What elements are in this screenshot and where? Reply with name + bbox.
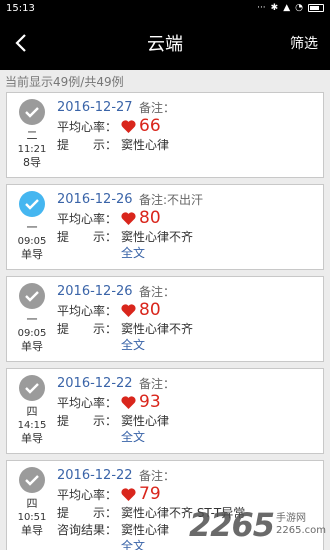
wifi-icon: ◔ (295, 3, 303, 13)
full-text-link[interactable]: 全文 (57, 245, 323, 261)
heart-rate-value: 79 (139, 484, 161, 504)
watermark-number: 2265 (188, 506, 275, 544)
record-time: 09:05 (17, 236, 47, 247)
status-time: 15:13 (6, 2, 35, 14)
record-body: 2016-12-26 备注:不出汗 平均心率： 80 提 示： 窦性心律不齐 全文 (57, 185, 323, 269)
consult-label: 咨询结果： (57, 523, 118, 537)
record-card[interactable]: 二 11:21 8导 2016-12-27 备注： 平均心率： 66 提 示： 窦性心… (6, 92, 324, 178)
record-lead-type: 单导 (21, 248, 43, 261)
filter-button[interactable]: 筛选 (290, 33, 318, 53)
record-weekday: 四 (26, 497, 38, 510)
check-icon (19, 283, 45, 309)
heart-icon (121, 487, 136, 501)
record-meta: 一 09:05 单导 (7, 277, 57, 361)
dots-icon: ··· (257, 3, 266, 13)
record-body: 2016-12-27 备注： 平均心率： 66 提 示： 窦性心律 (57, 93, 323, 177)
tip-label: 提 示： (57, 322, 118, 336)
record-count-summary: 当前显示49例/共49例 (5, 74, 124, 89)
record-note: 备注:不出汗 (139, 193, 204, 207)
heart-rate-value: 80 (139, 208, 161, 228)
record-weekday: 四 (26, 405, 38, 418)
signal-icon: ▲ (283, 3, 291, 13)
status-bar: 15:13 ··· ✱ ▲ ◔ (0, 0, 330, 16)
record-time: 14:15 (17, 420, 47, 431)
record-meta: 四 10:51 单导 (7, 461, 57, 550)
chevron-left-icon (15, 34, 26, 52)
watermark-cn: 手游网 (276, 513, 306, 524)
record-lead-type: 8导 (23, 156, 41, 169)
heart-rate-label: 平均心率： (57, 211, 118, 226)
heart-rate-value: 93 (139, 392, 161, 412)
record-date: 2016-12-26 (57, 192, 133, 207)
record-card[interactable]: 一 09:05 单导 2016-12-26 备注： 平均心率： 80 提 示： 窦性心… (6, 276, 324, 362)
status-icons: ··· ✱ ▲ ◔ (257, 3, 324, 13)
record-time: 11:21 (17, 144, 47, 155)
record-body: 2016-12-26 备注： 平均心率： 80 提 示： 窦性心律不齐 全文 (57, 277, 323, 361)
check-icon (19, 375, 45, 401)
consult-value: 窦性心律 (121, 523, 170, 537)
tip-label: 提 示： (57, 506, 118, 520)
record-card[interactable]: 四 14:15 单导 2016-12-22 备注： 平均心率： 93 提 示： 窦性心… (6, 368, 324, 454)
record-lead-type: 单导 (21, 432, 43, 445)
heart-rate-value: 66 (139, 116, 161, 136)
record-note: 备注： (139, 377, 176, 391)
check-icon (19, 191, 45, 217)
heart-icon (121, 303, 136, 317)
nav-bar: 云端 筛选 (0, 16, 330, 70)
record-weekday: 一 (26, 221, 38, 234)
tip-value: 窦性心律不齐 (121, 230, 194, 244)
record-list: 二 11:21 8导 2016-12-27 备注： 平均心率： 66 提 示： 窦性心… (0, 92, 330, 550)
battery-icon (308, 4, 324, 12)
tip-label: 提 示： (57, 414, 118, 428)
record-weekday: 二 (26, 129, 38, 142)
check-icon (19, 99, 45, 125)
heart-icon (121, 119, 136, 133)
heart-icon (121, 395, 136, 409)
record-time: 10:51 (17, 512, 47, 523)
tip-value: 窦性心律 (121, 414, 170, 428)
heart-icon (121, 211, 136, 225)
record-card[interactable]: 一 09:05 单导 2016-12-26 备注:不出汗 平均心率： 80 提 示：… (6, 184, 324, 270)
record-note: 备注： (139, 469, 176, 483)
record-date: 2016-12-22 (57, 376, 133, 391)
heart-rate-value: 80 (139, 300, 161, 320)
tip-label: 提 示： (57, 138, 118, 152)
heart-rate-label: 平均心率： (57, 487, 118, 502)
record-weekday: 一 (26, 313, 38, 326)
heart-rate-label: 平均心率： (57, 395, 118, 410)
site-watermark: 2265 手游网 2265.com (189, 506, 326, 544)
record-date: 2016-12-26 (57, 284, 133, 299)
watermark-url: 2265.com (276, 525, 326, 536)
tip-value: 窦性心律不齐 (121, 322, 194, 336)
tip-value: 窦性心律 (121, 138, 170, 152)
full-text-link[interactable]: 全文 (57, 429, 323, 445)
record-note: 备注： (139, 101, 176, 115)
check-icon (19, 467, 45, 493)
record-meta: 一 09:05 单导 (7, 185, 57, 269)
record-body: 2016-12-22 备注： 平均心率： 93 提 示： 窦性心律 全文 (57, 369, 323, 453)
record-lead-type: 单导 (21, 340, 43, 353)
record-note: 备注： (139, 285, 176, 299)
back-button[interactable] (14, 29, 42, 57)
record-date: 2016-12-27 (57, 100, 133, 115)
bluetooth-icon: ✱ (270, 3, 279, 13)
tip-label: 提 示： (57, 230, 118, 244)
heart-rate-label: 平均心率： (57, 303, 118, 318)
record-date: 2016-12-22 (57, 468, 133, 483)
record-lead-type: 单导 (21, 524, 43, 537)
full-text-link[interactable]: 全文 (57, 337, 323, 353)
record-time: 09:05 (17, 328, 47, 339)
record-meta: 四 14:15 单导 (7, 369, 57, 453)
page-title: 云端 (147, 34, 183, 55)
heart-rate-label: 平均心率： (57, 119, 118, 134)
record-meta: 二 11:21 8导 (7, 93, 57, 177)
